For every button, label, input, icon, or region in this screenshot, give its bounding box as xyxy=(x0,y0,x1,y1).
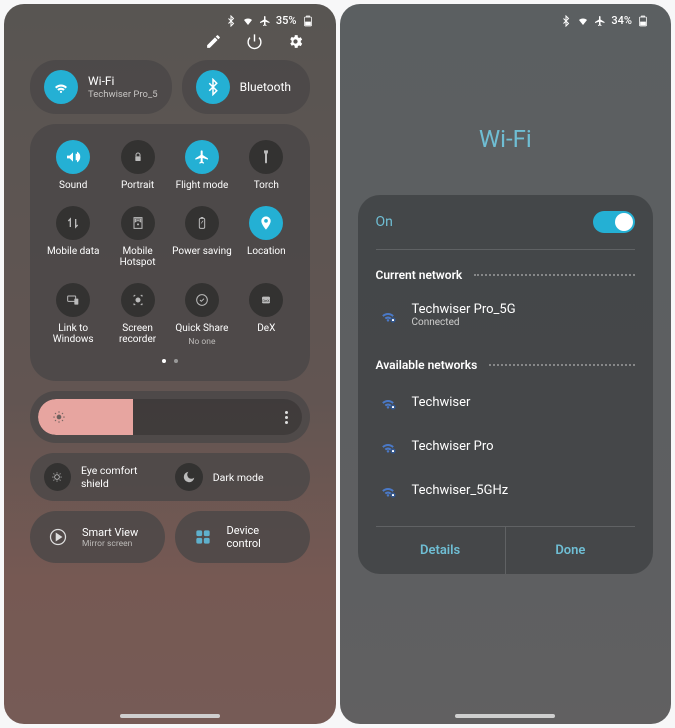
moon-icon xyxy=(175,463,203,491)
tile-dex[interactable]: DeX DeX xyxy=(235,283,297,348)
more-icon[interactable] xyxy=(285,411,288,424)
tile-quick-share[interactable]: Quick Share No one xyxy=(171,283,233,348)
bluetooth-tile[interactable]: Bluetooth xyxy=(182,60,310,114)
sun-icon xyxy=(52,410,66,424)
eye-comfort-button[interactable]: Eye comfort shield xyxy=(44,463,165,491)
current-network-row[interactable]: Techwiser Pro_5G Connected xyxy=(376,290,636,340)
battery-percent: 35% xyxy=(276,14,297,27)
screen-recorder-icon xyxy=(121,283,155,317)
home-indicator[interactable] xyxy=(455,714,555,718)
wifi-status-icon xyxy=(242,15,254,27)
panel-top-actions xyxy=(4,31,336,60)
smart-view-icon xyxy=(44,523,72,551)
edit-icon[interactable] xyxy=(205,33,222,50)
eye-comfort-icon xyxy=(44,463,71,491)
airplane-status-icon xyxy=(594,15,606,27)
wifi-detail-panel: 34% Wi-Fi On Current network Techwiser P… xyxy=(340,4,672,724)
tile-torch[interactable]: Torch xyxy=(235,140,297,192)
bluetooth-tile-title: Bluetooth xyxy=(240,80,291,94)
done-button[interactable]: Done xyxy=(506,527,635,574)
dark-mode-button[interactable]: Dark mode xyxy=(175,463,296,491)
power-icon[interactable] xyxy=(246,33,263,50)
leaf-battery-icon xyxy=(185,206,219,240)
battery-percent: 34% xyxy=(611,14,632,27)
battery-icon xyxy=(637,15,649,27)
bluetooth-status-icon xyxy=(225,15,237,27)
quick-share-icon xyxy=(185,283,219,317)
home-indicator[interactable] xyxy=(120,714,220,718)
smart-view-tile[interactable]: Smart View Mirror screen xyxy=(30,511,165,563)
page-dots xyxy=(42,347,298,363)
wifi-icon xyxy=(44,70,78,104)
page-title: Wi-Fi xyxy=(340,31,672,179)
airplane-status-icon xyxy=(259,15,271,27)
lock-rotate-icon xyxy=(121,140,155,174)
tile-power-saving[interactable]: Power saving xyxy=(171,206,233,269)
dex-icon: DeX xyxy=(249,283,283,317)
wifi-secure-icon xyxy=(378,392,398,412)
gear-icon[interactable] xyxy=(287,33,304,50)
link-windows-icon xyxy=(56,283,90,317)
tile-link-windows[interactable]: Link to Windows xyxy=(42,283,104,348)
wifi-secure-icon xyxy=(378,305,398,325)
wifi-secure-icon xyxy=(378,436,398,456)
location-icon xyxy=(249,206,283,240)
tile-screen-recorder[interactable]: Screen recorder xyxy=(106,283,168,348)
network-row[interactable]: Techwiser_5GHz xyxy=(376,468,636,512)
tile-location[interactable]: Location xyxy=(235,206,297,269)
svg-text:DeX: DeX xyxy=(263,298,271,303)
display-modes-card: Eye comfort shield Dark mode xyxy=(30,453,310,501)
wifi-status-icon xyxy=(577,15,589,27)
tile-flight-mode[interactable]: Flight mode xyxy=(171,140,233,192)
device-control-icon xyxy=(189,523,217,551)
available-networks-header: Available networks xyxy=(376,340,636,380)
wifi-tile-title: Wi-Fi xyxy=(88,74,158,88)
bluetooth-status-icon xyxy=(560,15,572,27)
quick-settings-panel: 35% Wi-Fi Techwiser Pro_5 Bluetooth xyxy=(4,4,336,724)
tile-portrait[interactable]: Portrait xyxy=(106,140,168,192)
wifi-on-label: On xyxy=(376,214,393,230)
details-button[interactable]: Details xyxy=(376,527,506,574)
torch-icon xyxy=(249,140,283,174)
wifi-tile-sub: Techwiser Pro_5 xyxy=(88,89,158,100)
sound-icon xyxy=(56,140,90,174)
tile-mobile-data[interactable]: Mobile data xyxy=(42,206,104,269)
tile-mobile-hotspot[interactable]: Mobile Hotspot xyxy=(106,206,168,269)
status-bar-right: 34% xyxy=(340,4,672,31)
quick-tiles-grid: Sound Portrait Flight mode Torch Mobile … xyxy=(30,124,310,381)
current-network-header: Current network xyxy=(376,250,636,290)
wifi-toggle[interactable] xyxy=(593,211,635,233)
airplane-icon xyxy=(185,140,219,174)
network-row[interactable]: Techwiser xyxy=(376,380,636,424)
battery-icon xyxy=(302,15,314,27)
brightness-slider[interactable] xyxy=(38,399,302,435)
network-row[interactable]: Techwiser Pro xyxy=(376,424,636,468)
tile-sound[interactable]: Sound xyxy=(42,140,104,192)
bluetooth-icon xyxy=(196,70,230,104)
hotspot-icon xyxy=(121,206,155,240)
mobile-data-icon xyxy=(56,206,90,240)
brightness-card xyxy=(30,391,310,443)
wifi-card: On Current network Techwiser Pro_5G Conn… xyxy=(358,195,654,574)
status-bar-left: 35% xyxy=(4,4,336,31)
wifi-tile[interactable]: Wi-Fi Techwiser Pro_5 xyxy=(30,60,172,114)
device-control-tile[interactable]: Device control xyxy=(175,511,310,563)
wifi-secure-icon xyxy=(378,480,398,500)
